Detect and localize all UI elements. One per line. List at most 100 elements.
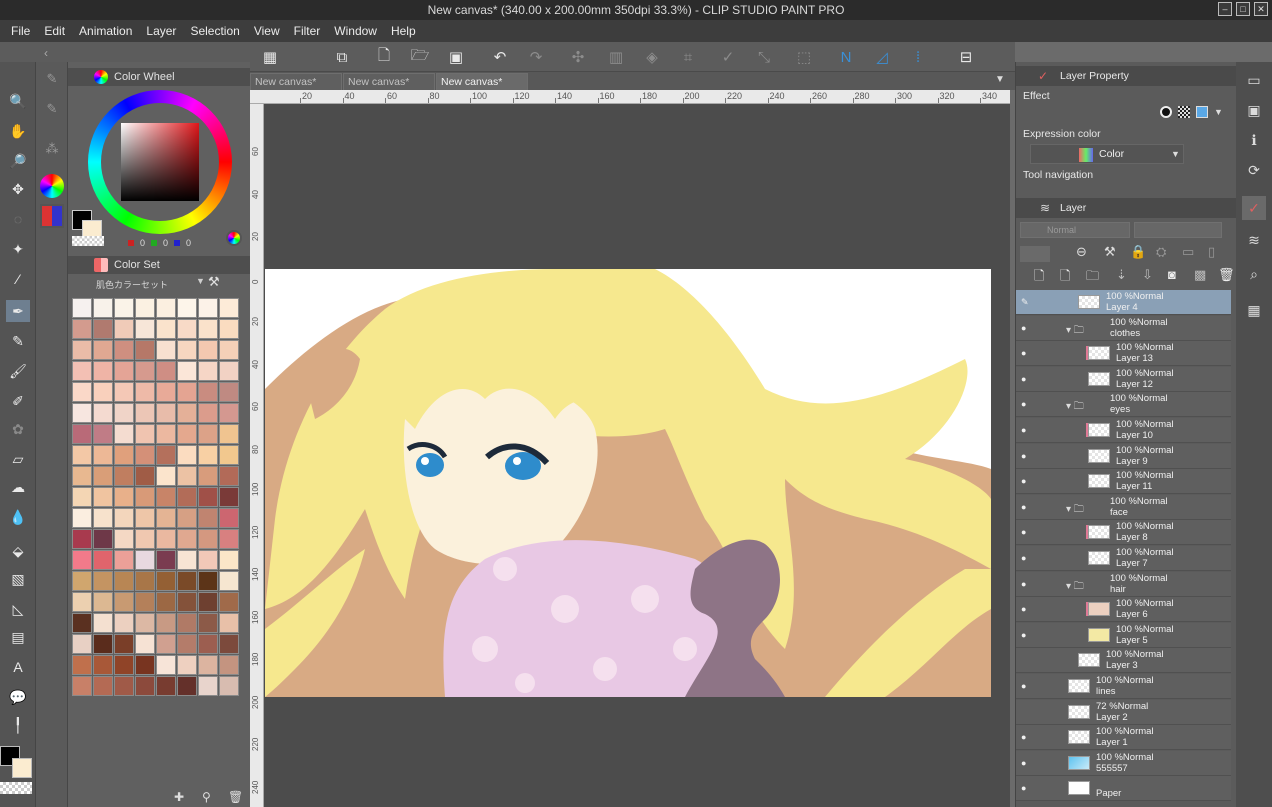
color-swatch[interactable]: [93, 592, 113, 612]
effect-menu-icon[interactable]: ▼: [1214, 107, 1223, 117]
folder-icon[interactable]: ▾ 🗀: [1066, 399, 1084, 416]
color-swatch[interactable]: [177, 592, 197, 612]
visibility-eye-icon[interactable]: ●: [1021, 374, 1031, 384]
color-swatch[interactable]: [198, 634, 218, 654]
color-swatch[interactable]: [93, 361, 113, 381]
layer-row[interactable]: ● 100 %Normal Layer 11: [1016, 469, 1231, 494]
delete-color-icon[interactable]: 🗑: [228, 790, 243, 804]
grid-menu-icon[interactable]: ▦: [258, 46, 282, 68]
visibility-eye-icon[interactable]: ●: [1021, 399, 1031, 409]
pencil-tool-icon[interactable]: ✎: [6, 330, 30, 352]
visibility-eye-icon[interactable]: ●: [1021, 604, 1031, 614]
color-swatch[interactable]: [198, 529, 218, 549]
color-swatch[interactable]: [219, 592, 239, 612]
layer-row[interactable]: ● 100 %Normal Layer 12: [1016, 367, 1231, 392]
folder-icon[interactable]: ▾ 🗀: [1066, 323, 1084, 340]
color-swatch[interactable]: [156, 613, 176, 633]
color-swatch[interactable]: [135, 529, 155, 549]
color-set-dropdown[interactable]: 肌色カラーセット: [96, 278, 168, 291]
create-mask-icon[interactable]: ◙: [1168, 267, 1176, 282]
fit-screen-icon[interactable]: ⊟: [954, 46, 978, 68]
color-swatch[interactable]: [93, 676, 113, 696]
color-swatch[interactable]: [135, 634, 155, 654]
minimize-button[interactable]: –: [1218, 2, 1232, 16]
visibility-eye-icon[interactable]: ●: [1021, 323, 1031, 333]
color-swatch[interactable]: [198, 487, 218, 507]
navigator-icon[interactable]: ▭: [1242, 68, 1266, 92]
color-swatch[interactable]: [135, 571, 155, 591]
color-swatch[interactable]: [72, 424, 92, 444]
color-swatch[interactable]: [156, 445, 176, 465]
visibility-eye-icon[interactable]: ●: [1021, 630, 1031, 640]
color-swatch[interactable]: [219, 403, 239, 423]
color-swatch[interactable]: [72, 571, 92, 591]
color-swatch[interactable]: [114, 529, 134, 549]
layer-row[interactable]: ● 100 %Normal Layer 7: [1016, 546, 1231, 571]
paint-bucket-tool-icon[interactable]: ⬙: [6, 540, 30, 562]
fill-tool-icon[interactable]: 💧: [6, 506, 30, 528]
color-swatch[interactable]: [156, 529, 176, 549]
color-mode-icon[interactable]: [226, 230, 242, 246]
color-swatch[interactable]: [177, 424, 197, 444]
color-swatch[interactable]: [156, 571, 176, 591]
layer-color-effect-icon[interactable]: [1196, 106, 1208, 118]
color-swatch[interactable]: [156, 382, 176, 402]
layer-folder-row[interactable]: ● ▾ 🗀 100 %Normal clothes: [1016, 316, 1231, 341]
color-swatch[interactable]: [114, 676, 134, 696]
color-swatch[interactable]: [114, 319, 134, 339]
visibility-eye-icon[interactable]: ●: [1021, 681, 1031, 691]
special-ruler-icon[interactable]: ⦙: [906, 46, 930, 68]
tab-list-icon[interactable]: ▼: [995, 74, 1005, 85]
folder-icon[interactable]: ▾ 🗀: [1066, 579, 1084, 596]
clip-studio-icon[interactable]: ⧉: [330, 46, 354, 68]
color-swatch[interactable]: [72, 361, 92, 381]
color-swatch[interactable]: [93, 424, 113, 444]
layer-row[interactable]: ● 100 %Normal Layer 6: [1016, 597, 1231, 622]
color-swatch[interactable]: [219, 445, 239, 465]
color-swatch[interactable]: [177, 529, 197, 549]
color-swatch[interactable]: [93, 319, 113, 339]
color-swatch[interactable]: [93, 382, 113, 402]
color-swatch[interactable]: [177, 571, 197, 591]
color-swatch[interactable]: [177, 634, 197, 654]
color-swatch[interactable]: [93, 571, 113, 591]
frame-border-tool-icon[interactable]: ▤: [6, 626, 30, 648]
color-swatch[interactable]: [72, 466, 92, 486]
drawing-canvas[interactable]: [265, 269, 991, 697]
color-swatch[interactable]: [93, 655, 113, 675]
tone-effect-icon[interactable]: [1178, 106, 1190, 118]
color-swatch[interactable]: [114, 613, 134, 633]
color-swatch[interactable]: [219, 634, 239, 654]
color-swatch[interactable]: [114, 340, 134, 360]
color-swatch[interactable]: [156, 298, 176, 318]
menu-selection[interactable]: Selection: [183, 24, 246, 38]
ruler-snap-icon[interactable]: N: [834, 46, 858, 68]
color-swatch[interactable]: [114, 382, 134, 402]
visibility-eye-icon[interactable]: ●: [1021, 425, 1031, 435]
color-swatch[interactable]: [135, 592, 155, 612]
color-swatch[interactable]: [114, 466, 134, 486]
color-swatch[interactable]: [93, 466, 113, 486]
color-swatch[interactable]: [156, 403, 176, 423]
color-swatch[interactable]: [72, 298, 92, 318]
color-swatch[interactable]: [198, 655, 218, 675]
eyedropper-tool-icon[interactable]: ⁄: [6, 268, 30, 290]
color-swatch[interactable]: [135, 655, 155, 675]
sub-view-icon[interactable]: ▣: [1242, 98, 1266, 122]
color-swatch[interactable]: [198, 361, 218, 381]
layer-row[interactable]: ● 100 %Normal Layer 13: [1016, 341, 1231, 366]
color-swatch[interactable]: [198, 445, 218, 465]
layer-row[interactable]: 72 %Normal Layer 2: [1016, 700, 1231, 725]
color-swatch[interactable]: [156, 319, 176, 339]
menu-help[interactable]: Help: [384, 24, 423, 38]
subtool-mapping-icon[interactable]: ⁂: [40, 138, 64, 160]
color-swatch[interactable]: [72, 676, 92, 696]
color-swatch[interactable]: [114, 487, 134, 507]
color-swatch[interactable]: [156, 676, 176, 696]
color-set-tab-icon[interactable]: [40, 204, 64, 228]
color-swatch[interactable]: [114, 298, 134, 318]
color-swatch[interactable]: [93, 340, 113, 360]
layer-color-button[interactable]: [1020, 246, 1050, 262]
color-swatch[interactable]: [72, 613, 92, 633]
move-layer-tool-icon[interactable]: ✥: [6, 178, 30, 200]
